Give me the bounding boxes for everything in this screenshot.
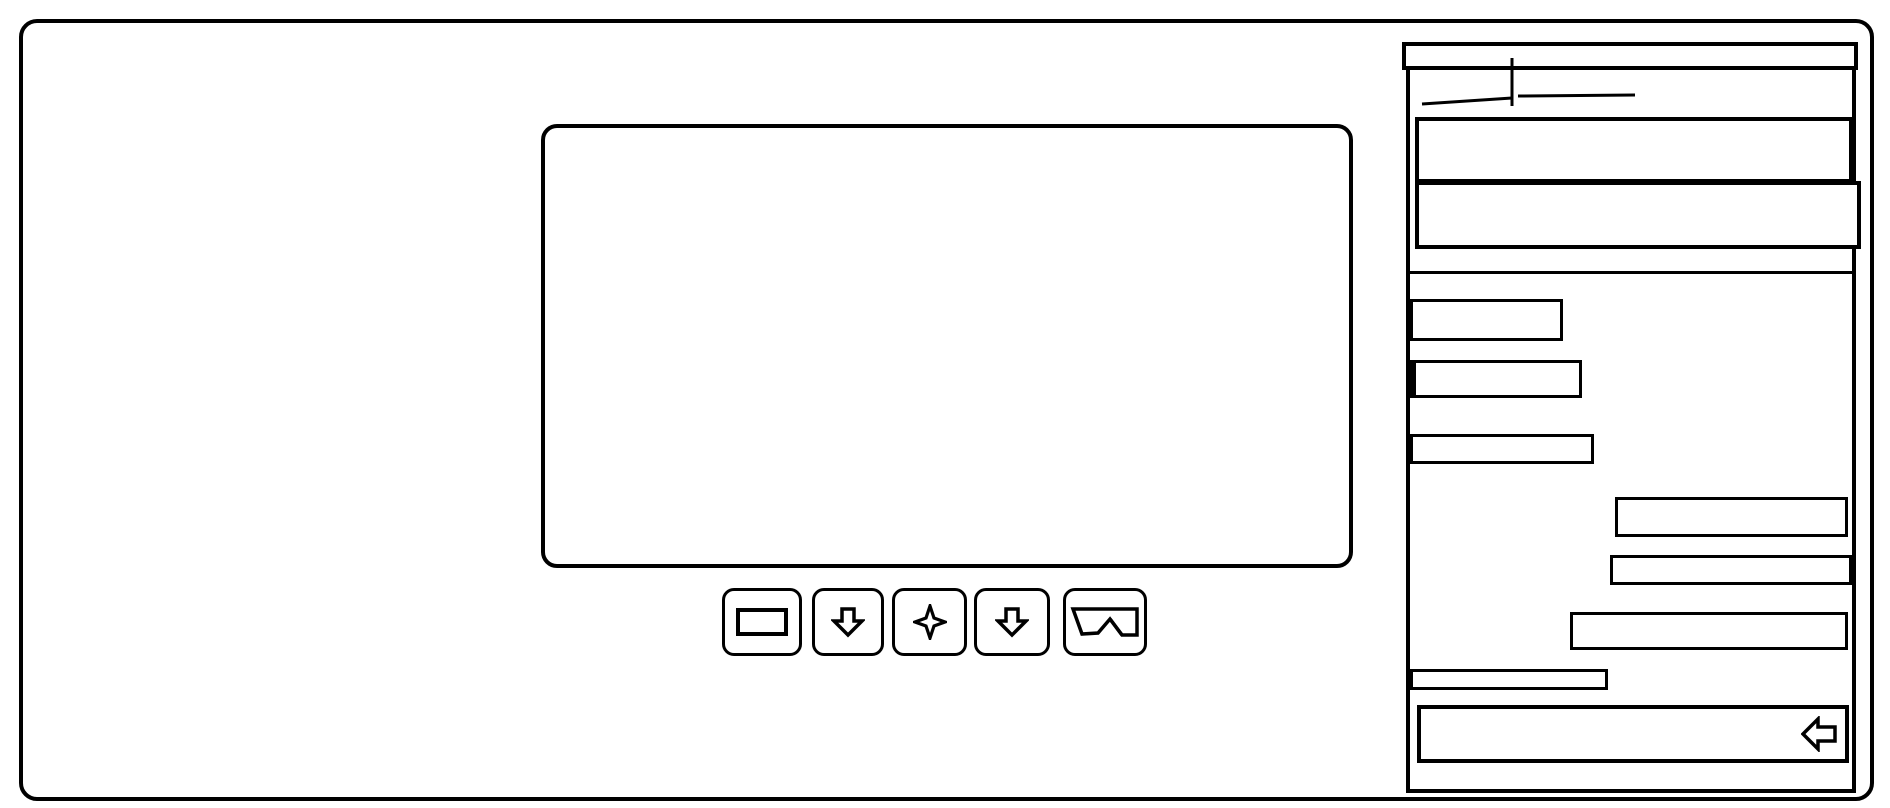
video-stage[interactable] — [541, 124, 1353, 568]
chat-message — [1610, 555, 1852, 585]
chat-message — [1410, 299, 1563, 341]
chat-message-text — [1618, 500, 1619, 501]
chat-message-text — [1413, 302, 1414, 303]
mic-toggle-button[interactable] — [812, 588, 884, 656]
chat-message — [1615, 497, 1848, 537]
panel-field-top-value — [1419, 121, 1420, 122]
chat-message-text — [1573, 615, 1574, 616]
camera-toggle-button[interactable] — [974, 588, 1050, 656]
chat-message-text — [1413, 672, 1414, 673]
chat-message-text — [1413, 437, 1414, 438]
panel-field-bottom-value — [1419, 185, 1420, 186]
participant-label — [545, 128, 546, 129]
panel-divider — [1410, 271, 1856, 274]
chat-message — [1410, 669, 1608, 690]
sparkle-icon — [912, 604, 947, 640]
panel-field-top[interactable] — [1415, 117, 1853, 183]
effects-button[interactable] — [892, 588, 967, 656]
chat-message — [1410, 360, 1582, 398]
chat-message-text — [1613, 558, 1614, 559]
share-screen-button[interactable] — [1063, 588, 1147, 656]
down-arrow-icon — [831, 607, 865, 638]
stop-button[interactable] — [722, 588, 802, 656]
send-button[interactable] — [1801, 716, 1839, 752]
chat-message — [1570, 612, 1848, 650]
app-title — [23, 23, 24, 24]
share-screen-icon — [1070, 607, 1139, 637]
chat-message — [1410, 434, 1594, 464]
panel-header-scribble — [1421, 58, 1636, 106]
panel-field-bottom[interactable] — [1415, 181, 1861, 249]
left-arrow-icon — [1801, 716, 1837, 752]
panel-header-title — [1406, 46, 1407, 47]
chat-message-text — [1416, 363, 1417, 364]
rectangle-icon — [736, 608, 788, 636]
chat-input[interactable] — [1417, 705, 1849, 763]
down-arrow-icon — [995, 607, 1029, 638]
